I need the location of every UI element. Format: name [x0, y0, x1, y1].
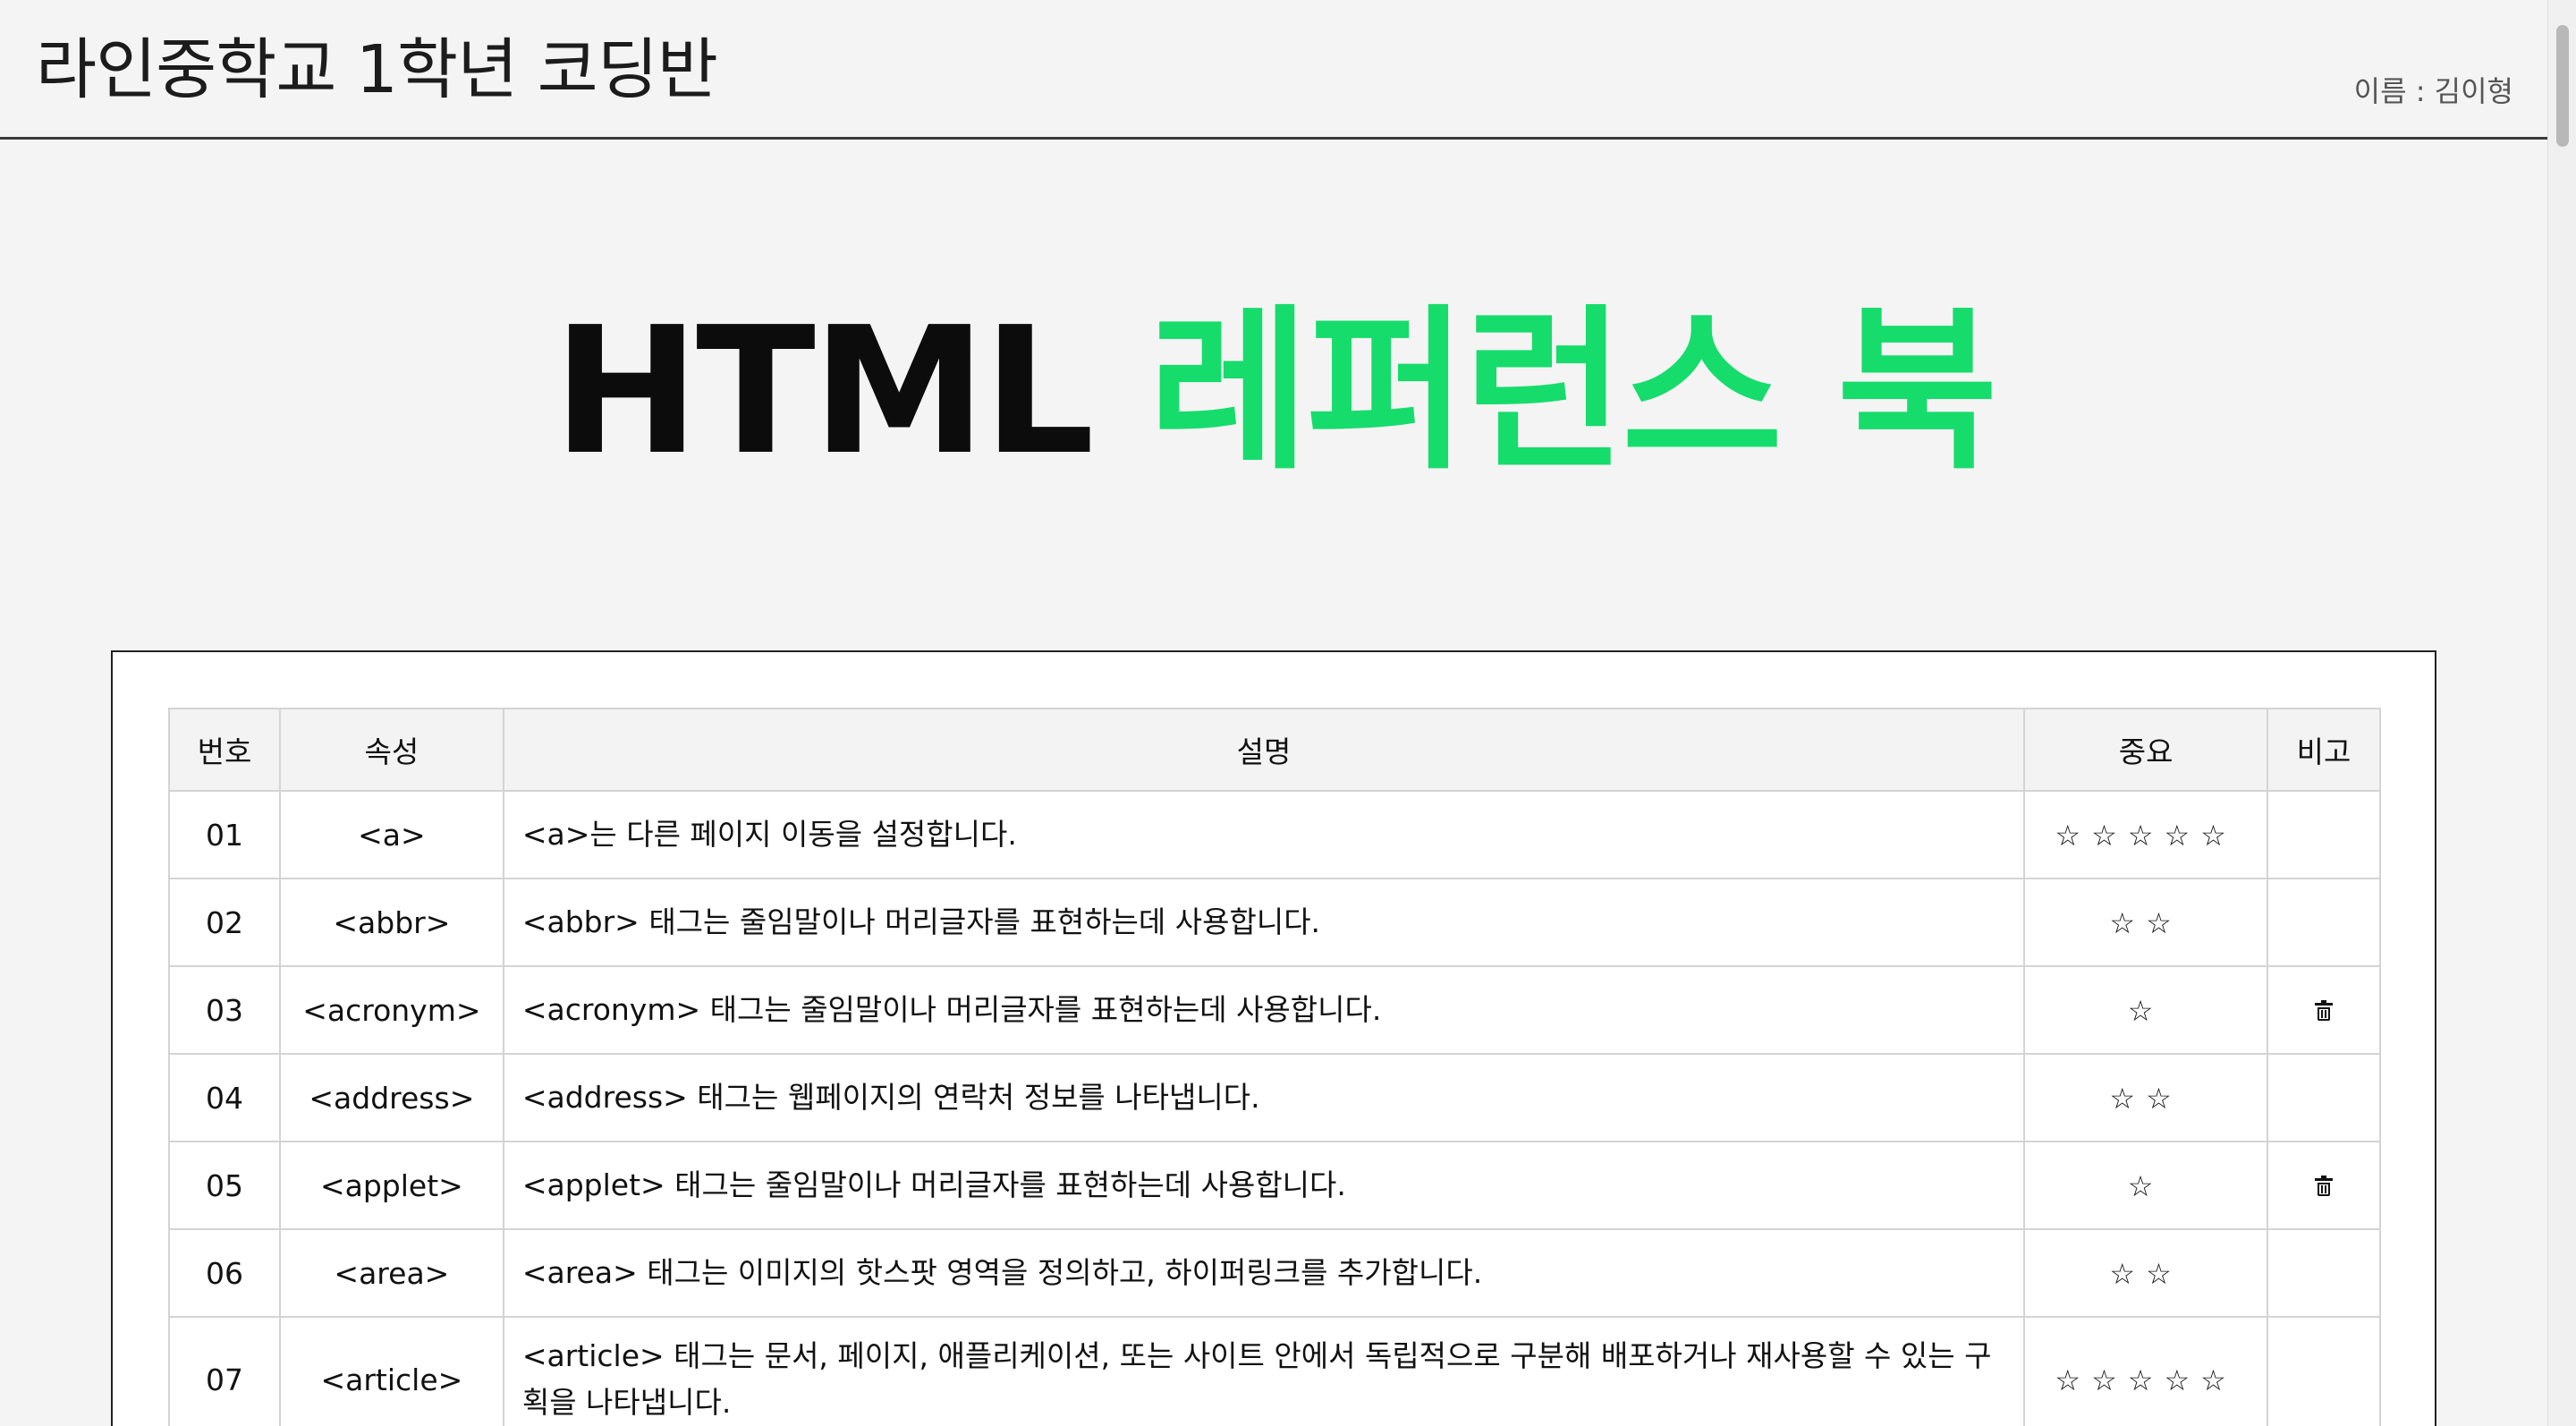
- table-row: 02 <abbr> <abbr> 태그는 줄임말이나 머리글자를 표현하는데 사…: [168, 878, 2381, 967]
- row-number: 03: [168, 965, 281, 1055]
- row-attribute: <address>: [278, 1053, 504, 1142]
- row-importance: ☆☆☆☆☆: [2023, 790, 2269, 879]
- row-description: <abbr> 태그는 줄임말이나 머리글자를 표현하는데 사용합니다.: [502, 878, 2026, 967]
- row-importance: ☆☆: [2023, 878, 2269, 967]
- row-note: [2267, 965, 2381, 1055]
- row-number: 04: [168, 1053, 281, 1142]
- hero-title: HTML 레퍼런스 북: [0, 284, 2547, 499]
- row-number: 07: [168, 1316, 281, 1426]
- header-note: 비고: [2267, 708, 2381, 792]
- page-viewport: 라인중학교 1학년 코딩반 이름 : 김이형 HTML 레퍼런스 북 번호 속성…: [0, 0, 2547, 1426]
- row-note: [2267, 1228, 2381, 1318]
- trash-icon[interactable]: [2315, 1176, 2334, 1196]
- row-number: 06: [168, 1228, 281, 1318]
- header-attribute: 속성: [278, 708, 504, 792]
- row-description: <article> 태그는 문서, 페이지, 애플리케이션, 또는 사이트 안에…: [502, 1316, 2026, 1426]
- row-description: <acronym> 태그는 줄임말이나 머리글자를 표현하는데 사용합니다.: [502, 965, 2026, 1055]
- table-header-row: 번호 속성 설명 중요 비고: [168, 708, 2381, 792]
- star-rating: ☆☆: [2109, 1081, 2182, 1116]
- row-attribute: <abbr>: [278, 878, 504, 967]
- row-importance: ☆☆: [2023, 1053, 2269, 1142]
- star-rating: ☆: [2127, 1168, 2165, 1203]
- row-attribute: <acronym>: [278, 965, 504, 1055]
- star-rating: ☆☆: [2109, 905, 2182, 940]
- row-attribute: <a>: [278, 790, 504, 879]
- row-description: <applet> 태그는 줄임말이나 머리글자를 표현하는데 사용합니다.: [502, 1141, 2026, 1230]
- table-row: 01 <a> <a>는 다른 페이지 이동을 설정합니다. ☆☆☆☆☆: [168, 790, 2381, 879]
- row-note: [2267, 1053, 2381, 1142]
- reference-table: 번호 속성 설명 중요 비고 01 <a> <a>는 다른 페이지 이동을 설정…: [168, 708, 2381, 1426]
- row-description: <a>는 다른 페이지 이동을 설정합니다.: [502, 790, 2026, 879]
- row-number: 05: [168, 1141, 281, 1230]
- row-note: [2267, 790, 2381, 879]
- star-rating: ☆: [2127, 993, 2165, 1028]
- row-importance: ☆☆☆☆☆: [2023, 1316, 2269, 1426]
- site-title: 라인중학교 1학년 코딩반: [36, 31, 718, 108]
- trash-icon[interactable]: [2315, 1000, 2334, 1021]
- row-note: [2267, 878, 2381, 967]
- row-importance: ☆☆: [2023, 1228, 2269, 1318]
- row-note: [2267, 1316, 2381, 1426]
- header-number: 번호: [168, 708, 281, 792]
- table-row: 07 <article> <article> 태그는 문서, 페이지, 애플리케…: [168, 1316, 2381, 1426]
- row-note: [2267, 1141, 2381, 1230]
- reference-table-panel: 번호 속성 설명 중요 비고 01 <a> <a>는 다른 페이지 이동을 설정…: [111, 650, 2436, 1426]
- star-rating: ☆☆☆☆☆: [2055, 818, 2237, 853]
- table-row: 06 <area> <area> 태그는 이미지의 핫스팟 영역을 정의하고, …: [168, 1228, 2381, 1318]
- star-rating: ☆☆☆☆☆: [2055, 1362, 2237, 1397]
- hero-title-html: HTML: [553, 290, 1095, 494]
- header-description: 설명: [502, 708, 2026, 792]
- row-importance: ☆: [2023, 965, 2269, 1055]
- row-number: 01: [168, 790, 281, 879]
- top-header: 라인중학교 1학년 코딩반 이름 : 김이형: [0, 0, 2547, 140]
- table-row: 04 <address> <address> 태그는 웹페이지의 연락처 정보를…: [168, 1053, 2381, 1142]
- vertical-scrollbar[interactable]: [2547, 0, 2576, 1426]
- table-row: 03 <acronym> <acronym> 태그는 줄임말이나 머리글자를 표…: [168, 965, 2381, 1055]
- row-importance: ☆: [2023, 1141, 2269, 1230]
- row-number: 02: [168, 878, 281, 967]
- row-description: <address> 태그는 웹페이지의 연락처 정보를 나타냅니다.: [502, 1053, 2026, 1142]
- user-name-label: 이름 : 김이형: [2353, 74, 2513, 108]
- scrollbar-thumb[interactable]: [2556, 25, 2569, 147]
- row-attribute: <area>: [278, 1228, 504, 1318]
- row-attribute: <article>: [278, 1316, 504, 1426]
- header-importance: 중요: [2023, 708, 2269, 792]
- star-rating: ☆☆: [2109, 1256, 2182, 1291]
- row-attribute: <applet>: [278, 1141, 504, 1230]
- hero-title-reference-book: 레퍼런스 북: [1148, 290, 1998, 494]
- row-description: <area> 태그는 이미지의 핫스팟 영역을 정의하고, 하이퍼링크를 추가합…: [502, 1228, 2026, 1318]
- table-row: 05 <applet> <applet> 태그는 줄임말이나 머리글자를 표현하…: [168, 1141, 2381, 1230]
